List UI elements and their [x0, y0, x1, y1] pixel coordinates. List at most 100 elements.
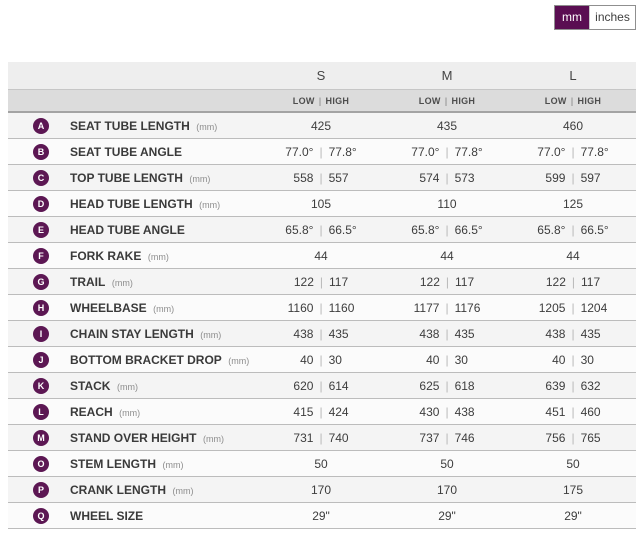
low-value: 574 — [419, 170, 440, 185]
row-label-text: CHAIN STAY LENGTH — [70, 326, 194, 341]
row-label: TOP TUBE LENGTH (mm) — [70, 171, 210, 185]
low-value: 438 — [419, 326, 440, 341]
low-label: LOW — [544, 95, 567, 106]
value-cell: 625 | 618 — [384, 379, 510, 393]
row-label-cell: M STAND OVER HEIGHT (mm) — [8, 429, 258, 446]
row-label-text: HEAD TUBE ANGLE — [70, 222, 185, 237]
value-cell: 737 | 746 — [384, 431, 510, 445]
low-value: 639 — [545, 378, 566, 393]
high-value: 435 — [328, 326, 349, 341]
row-label-cell: G TRAIL (mm) — [8, 273, 258, 290]
value-cell: 438 | 435 — [384, 327, 510, 341]
row-label: FORK RAKE (mm) — [70, 249, 169, 263]
row-letter-badge: G — [33, 273, 49, 290]
value-cell: 65.8° | 66.5° — [258, 223, 384, 237]
row-letter-badge: E — [33, 221, 49, 238]
value-separator: | — [445, 274, 449, 289]
value-separator: | — [571, 404, 575, 419]
value-separator: | — [445, 352, 449, 367]
row-unit: (mm) — [197, 329, 222, 340]
value-separator: | — [571, 170, 575, 185]
row-label-text: STACK — [70, 378, 111, 393]
row-label: BOTTOM BRACKET DROP (mm) — [70, 353, 249, 367]
table-body: A SEAT TUBE LENGTH (mm) 425 435 460 B SE… — [8, 113, 636, 529]
row-label: STAND OVER HEIGHT (mm) — [70, 431, 224, 445]
row-letter-badge: L — [33, 403, 49, 420]
row-label: REACH (mm) — [70, 405, 140, 419]
row-letter-badge: F — [33, 247, 49, 264]
high-value: 765 — [580, 430, 601, 445]
low-value: 731 — [293, 430, 314, 445]
row-label: HEAD TUBE LENGTH (mm) — [70, 197, 220, 211]
low-value: 65.8° — [411, 222, 440, 237]
unit-toggle: mm inches — [554, 5, 636, 30]
table-row: B SEAT TUBE ANGLE 77.0° | 77.8° 77.0° | 77.8… — [8, 139, 636, 165]
row-label: CRANK LENGTH (mm) — [70, 483, 194, 497]
row-letter-badge: Q — [33, 507, 49, 524]
table-row: I CHAIN STAY LENGTH (mm) 438 | 435 438 | 435… — [8, 321, 636, 347]
toggle-inches-button[interactable]: inches — [589, 6, 635, 29]
value-cell: 65.8° | 66.5° — [510, 223, 636, 237]
size-header-s: S — [316, 68, 326, 83]
row-letter-badge: P — [33, 481, 49, 498]
row-label-cell: K STACK (mm) — [8, 377, 258, 394]
low-value: 625 — [419, 378, 440, 393]
table-row: G TRAIL (mm) 122 | 117 122 | 117 122 | 117 — [8, 269, 636, 295]
value-cell: 110 — [437, 196, 457, 211]
row-letter-badge: H — [33, 299, 49, 316]
value-cell: 639 | 632 — [510, 379, 636, 393]
value-separator: | — [319, 352, 323, 367]
high-value: 77.8° — [580, 144, 609, 159]
high-value: 1160 — [328, 300, 355, 315]
row-label-text: TRAIL — [70, 274, 106, 289]
low-value: 599 — [545, 170, 566, 185]
row-letter-badge: A — [33, 117, 49, 134]
value-cell: 170 — [310, 482, 332, 497]
value-cell: 438 | 435 — [510, 327, 636, 341]
row-label: CHAIN STAY LENGTH (mm) — [70, 327, 221, 341]
row-label-text: STAND OVER HEIGHT — [70, 430, 197, 445]
row-label-cell: L REACH (mm) — [8, 403, 258, 420]
high-label: HIGH — [451, 95, 476, 106]
value-cell: 29" — [438, 508, 456, 523]
value-cell: 1177 | 1176 — [384, 301, 510, 315]
table-row: H WHEELBASE (mm) 1160 | 1160 1177 | 1176 120… — [8, 295, 636, 321]
row-unit: (mm) — [114, 381, 138, 392]
value-cell: 50 — [566, 456, 580, 471]
value-cell: 415 | 424 — [258, 405, 384, 419]
value-cell: 40 | 30 — [510, 353, 636, 367]
value-separator: | — [571, 378, 575, 393]
high-value: 1204 — [580, 300, 608, 315]
value-separator: | — [571, 144, 575, 159]
row-label-cell: P CRANK LENGTH (mm) — [8, 481, 258, 498]
value-cell: 40 | 30 — [384, 353, 510, 367]
row-letter-badge: K — [33, 377, 49, 394]
low-value: 737 — [419, 430, 440, 445]
value-cell: 170 — [436, 482, 458, 497]
value-cell: 44 — [566, 248, 580, 263]
toggle-mm-button[interactable]: mm — [555, 6, 589, 29]
size-header-row: S M L — [8, 62, 636, 90]
table-row: C TOP TUBE LENGTH (mm) 558 | 557 574 | 573 5… — [8, 165, 636, 191]
high-value: 30 — [454, 352, 468, 367]
high-value: 1176 — [454, 300, 481, 315]
low-high-header-row: LOW | HIGH LOW | HIGH LOW | HIGH — [8, 90, 636, 113]
table-row: Q WHEEL SIZE 29" 29" 29" — [8, 503, 636, 529]
row-label-text: BOTTOM BRACKET DROP — [70, 352, 222, 367]
row-label: HEAD TUBE ANGLE — [70, 223, 189, 237]
value-cell: 125 — [562, 196, 584, 211]
geometry-table: S M L LOW | HIGH LOW | HIGH LOW | HIGH A SEAT … — [8, 62, 636, 529]
low-value: 756 — [545, 430, 566, 445]
value-cell: 44 — [314, 248, 328, 263]
high-value: 614 — [328, 378, 349, 393]
table-row: K STACK (mm) 620 | 614 625 | 618 639 | 632 — [8, 373, 636, 399]
row-label: SEAT TUBE ANGLE — [70, 145, 186, 159]
high-value: 77.8° — [454, 144, 483, 159]
row-label-text: CRANK LENGTH — [70, 482, 166, 497]
row-label: WHEELBASE (mm) — [70, 301, 174, 315]
value-cell: 175 — [562, 482, 584, 497]
row-label: STEM LENGTH (mm) — [70, 457, 184, 471]
high-value: 573 — [454, 170, 475, 185]
high-value: 618 — [454, 378, 475, 393]
value-separator: | — [319, 170, 323, 185]
